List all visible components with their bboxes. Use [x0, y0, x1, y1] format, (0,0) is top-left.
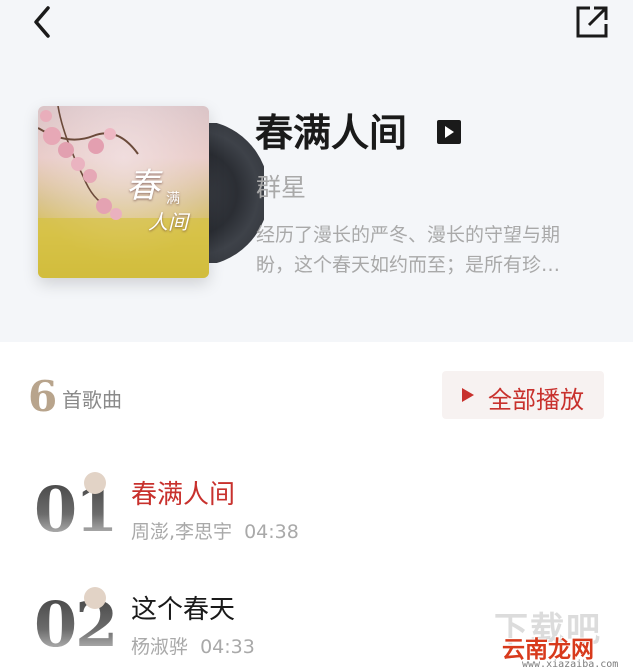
play-all-button[interactable]: 全部播放 [442, 371, 604, 419]
song-count-row: 6 首歌曲 全部播放 [0, 362, 633, 432]
track-number-dot [84, 472, 106, 494]
album-page: 春 满 人间 春满人间 群星 经历了漫长的严冬、漫长的守望与期盼，这个春天如约而… [0, 0, 633, 672]
album-description[interactable]: 经历了漫长的严冬、漫长的守望与期盼，这个春天如约而至；是所有珍… [256, 220, 596, 280]
track-row[interactable]: 01 春满人间 周澎,李思宇 04:38 [0, 470, 633, 570]
chevron-left-icon[interactable] [28, 2, 60, 42]
album-artist[interactable]: 群星 [256, 168, 306, 204]
track-number-dot [84, 587, 106, 609]
track-artists: 杨淑骅 [131, 636, 189, 658]
song-count-number: 6 [28, 372, 58, 421]
track-title: 这个春天 [131, 595, 236, 625]
album-title: 春满人间 [255, 110, 408, 155]
play-all-label: 全部播放 [488, 386, 584, 414]
track-title: 春满人间 [131, 480, 236, 510]
album-cover: 春 满 人间 [38, 106, 209, 278]
track-duration: 04:38 [244, 521, 299, 543]
song-count-label: 首歌曲 [62, 388, 122, 412]
track-artists: 周澎,李思宇 [131, 521, 233, 543]
album-artwork[interactable]: 春 满 人间 [38, 106, 264, 280]
external-share-icon[interactable] [572, 2, 612, 42]
site-watermark: 下载吧 云南龙网 www.xiazaiba.com [486, 602, 633, 672]
track-meta: 杨淑骅 04:33 [131, 632, 255, 659]
play-triangle-icon [462, 388, 474, 402]
play-square-icon[interactable] [437, 120, 461, 144]
track-duration: 04:33 [200, 636, 255, 658]
track-meta: 周澎,李思宇 04:38 [131, 517, 299, 544]
album-header: 春 满 人间 春满人间 群星 经历了漫长的严冬、漫长的守望与期盼，这个春天如约而… [0, 0, 633, 342]
watermark-url: www.xiazaiba.com [522, 659, 619, 670]
